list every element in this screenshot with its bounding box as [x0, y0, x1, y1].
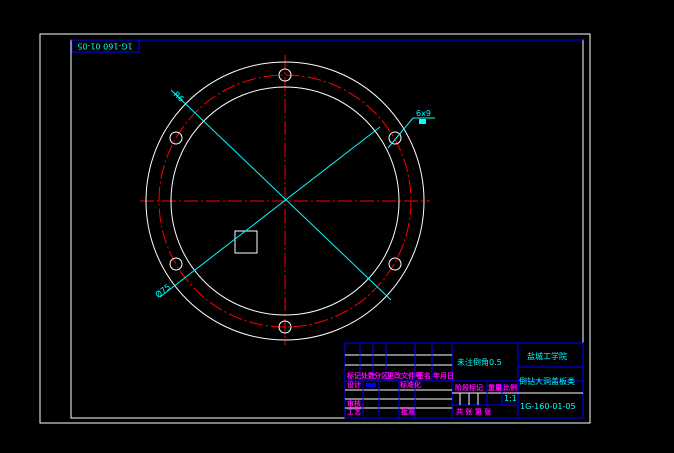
title-block: 标记 处数 分区 更改文件号 签名 年月日 设计 标准化 审核 工艺 批准 阶段…: [344, 342, 584, 419]
square-marker: [234, 230, 258, 254]
mirrored-number-box: 1G-160 01-05: [71, 39, 140, 53]
cad-drawing-canvas[interactable]: 1G-160 01-05 6x9 R6 Ø75 标记 处数 分区 更改文件号 签…: [0, 0, 674, 453]
bolt-hole: [388, 257, 402, 271]
label-zone: 分区: [374, 371, 388, 380]
bolt-hole: [169, 257, 183, 271]
drawing-border: [39, 33, 591, 424]
dimension-lines: 6x9 R6 Ø75: [153, 89, 435, 301]
label-sheets: 共 张 第 张: [456, 407, 492, 416]
hole-callout: 6x9: [416, 109, 431, 118]
label-signature: 签名: [416, 371, 431, 380]
general-note: 未注倒角0.5: [457, 357, 502, 367]
label-scale: 比例: [503, 383, 517, 392]
label-process: 工艺: [347, 407, 361, 416]
bolt-hole: [169, 131, 183, 145]
inner-frame: [70, 39, 584, 419]
label-standardization: 标准化: [399, 380, 421, 389]
part-name: 倒钻大洞盖板类: [519, 376, 575, 386]
mirrored-drawing-number: 1G-160 01-05: [77, 42, 132, 51]
label-date: 年月日: [433, 371, 454, 380]
school-name: 盐城工学院: [527, 351, 567, 361]
drawing-number: 1G-160-01-05: [520, 402, 576, 411]
label-design: 设计: [347, 380, 361, 389]
scale-value: 1:1: [504, 394, 517, 403]
label-mark: 标记: [346, 371, 361, 380]
dim-label-bottom: Ø75: [153, 282, 172, 300]
label-stage-mark: 阶段标记: [455, 383, 483, 392]
label-approve: 批准: [401, 407, 415, 416]
label-review: 审核: [347, 399, 361, 408]
label-weight: 重量: [488, 383, 502, 392]
